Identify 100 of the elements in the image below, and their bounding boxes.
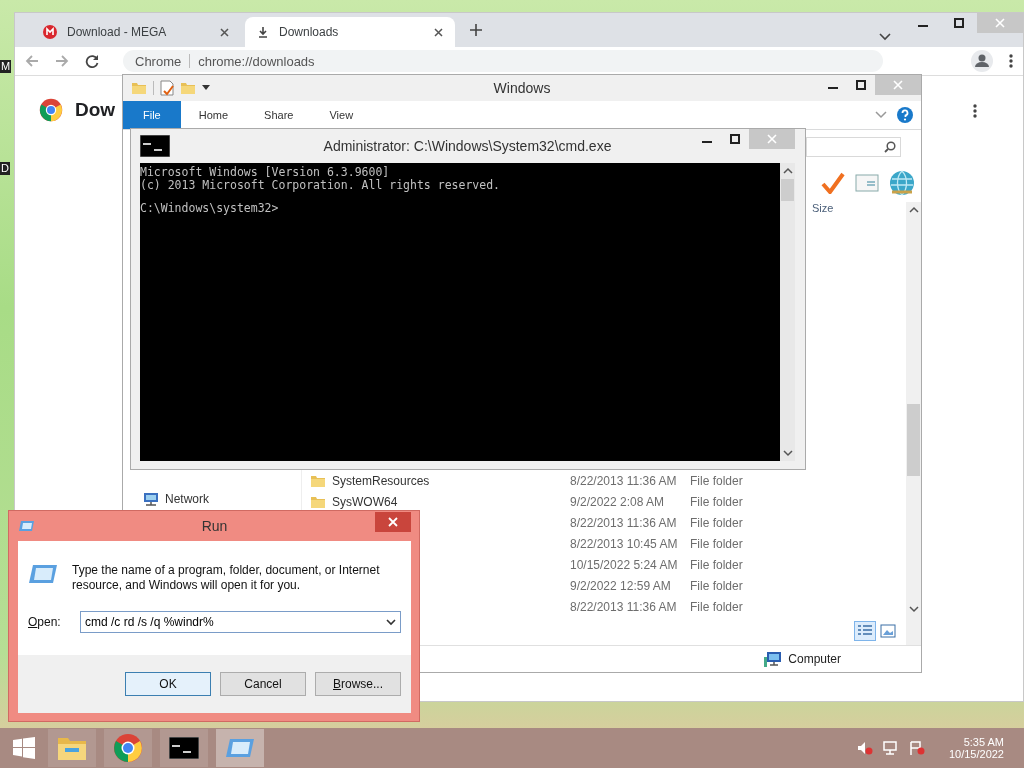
close-icon[interactable] [434, 27, 443, 37]
caret-icon[interactable] [879, 33, 891, 41]
date-modified: 8/22/2013 10:45 AM [570, 536, 679, 551]
dialog-message: Type the name of a program, folder, document, or Internet resource, and Windows will open it for you. [72, 563, 381, 593]
forward-icon[interactable] [55, 54, 69, 68]
run-icon [225, 737, 255, 759]
details-view-button[interactable] [854, 621, 876, 641]
dropdown-icon[interactable] [386, 618, 396, 626]
profile-icon[interactable] [971, 50, 993, 72]
search-icon [884, 141, 896, 153]
file-name[interactable]: SysWOW64 [332, 494, 570, 509]
date-modified: 8/22/2013 11:36 AM [570, 473, 678, 488]
scrollbar-thumb[interactable] [907, 404, 920, 476]
speaker-muted-icon[interactable] [856, 741, 873, 755]
scroll-up-icon[interactable] [782, 167, 793, 175]
back-icon[interactable] [25, 54, 39, 68]
caret-icon[interactable] [202, 85, 210, 91]
command-field[interactable]: cmd /c rd /s /q %windr% [80, 611, 401, 633]
chrome-logo-icon [113, 733, 143, 763]
dialog-button[interactable]: Cancel [220, 672, 306, 696]
reload-icon[interactable] [85, 54, 99, 68]
folder-icon [310, 494, 326, 509]
maximize-icon[interactable] [954, 18, 964, 28]
status-text: Computer [788, 652, 841, 666]
network-icon [143, 492, 159, 506]
close-icon [893, 80, 903, 90]
desktop-icon-label[interactable]: M [0, 60, 12, 73]
console-icon [140, 135, 170, 157]
file-type: File folder [690, 536, 744, 551]
help-icon[interactable] [897, 107, 913, 123]
menu-icon[interactable] [973, 104, 977, 118]
run-icon [28, 563, 58, 585]
maximize-icon[interactable] [856, 80, 866, 90]
ribbon-tab[interactable]: Home [180, 101, 247, 129]
dialog-button[interactable]: OK [125, 672, 211, 696]
scroll-down-icon[interactable] [908, 605, 919, 613]
ribbon-tab[interactable]: File [123, 101, 181, 129]
console-icon [169, 737, 199, 759]
list-icon [857, 624, 873, 638]
open-label: Open: [28, 615, 62, 629]
run-icon [18, 520, 34, 532]
close-icon [995, 18, 1005, 28]
taskbar-button[interactable] [160, 729, 208, 767]
nav-item[interactable]: Network [165, 492, 209, 506]
globe-icon[interactable] [889, 170, 915, 196]
address-bar[interactable]: Chrome chrome://downloads [123, 50, 883, 72]
windows-logo-icon[interactable] [13, 737, 35, 759]
date-modified: 9/2/2022 12:59 AM [570, 578, 672, 593]
console-line: Microsoft Windows [Version 6.3.9600] [140, 166, 390, 179]
column-header[interactable]: Size [812, 202, 834, 220]
chevron-icon[interactable] [875, 111, 887, 119]
file-name[interactable]: SystemResources [332, 473, 570, 488]
close-icon [767, 134, 777, 144]
maximize-icon[interactable] [730, 134, 740, 144]
close-icon [388, 517, 398, 527]
scrollbar[interactable] [780, 163, 795, 461]
date-modified: 9/2/2022 2:08 AM [570, 494, 666, 509]
checkmark-icon[interactable] [821, 172, 845, 194]
file-type: File folder [690, 599, 744, 614]
file-type: File folder [690, 473, 744, 488]
folder-icon [310, 473, 326, 488]
browser-tab[interactable]: Download - MEGA [31, 17, 241, 47]
flag-icon[interactable] [908, 741, 925, 755]
close-button[interactable] [375, 512, 411, 532]
thumbnail-view-icon[interactable] [880, 624, 896, 638]
scroll-down-icon[interactable] [782, 449, 793, 457]
folder-icon [57, 735, 87, 761]
close-icon[interactable] [220, 27, 229, 37]
url-text: chrome://downloads [198, 53, 315, 69]
ribbon-tab[interactable]: View [311, 101, 372, 129]
desktop-icon-label[interactable]: D [0, 162, 10, 175]
download-icon [257, 26, 269, 38]
scrollbar[interactable] [906, 202, 921, 645]
taskbar-button[interactable] [104, 729, 152, 767]
file-type: File folder [690, 494, 744, 509]
folder-icon [131, 81, 147, 95]
mega-logo-icon [43, 25, 57, 39]
properties-icon[interactable] [160, 80, 174, 96]
browser-tab[interactable]: Downloads [245, 17, 455, 47]
window-title: Run [200, 518, 229, 534]
console-prompt: C:\Windows\system32> [140, 202, 279, 215]
date-modified: 10/15/2022 5:24 AM [570, 557, 679, 572]
dialog-button[interactable]: Browse... [315, 672, 401, 696]
menu-icon[interactable] [1009, 54, 1013, 68]
network-icon[interactable] [882, 741, 899, 755]
chrome-logo-icon [39, 98, 63, 122]
date-modified: 8/22/2013 11:36 AM [570, 515, 678, 530]
search-field[interactable] [806, 137, 901, 157]
file-type: File folder [690, 557, 744, 572]
scroll-up-icon[interactable] [908, 206, 919, 214]
console-line: (c) 2013 Microsoft Corporation. All rights reserved. [140, 178, 501, 191]
ribbon-tab[interactable]: Share [246, 101, 312, 129]
scrollbar-thumb[interactable] [781, 179, 794, 201]
new-tab-icon[interactable] [469, 23, 483, 37]
date-modified: 8/22/2013 11:36 AM [570, 599, 678, 614]
file-type: File folder [690, 578, 744, 593]
page-title: Dow [75, 99, 116, 121]
window-title: Administrator: C:\Windows\System32\cmd.exe [322, 138, 613, 154]
site-label: Chrome [135, 53, 182, 69]
computer-icon [764, 651, 783, 667]
